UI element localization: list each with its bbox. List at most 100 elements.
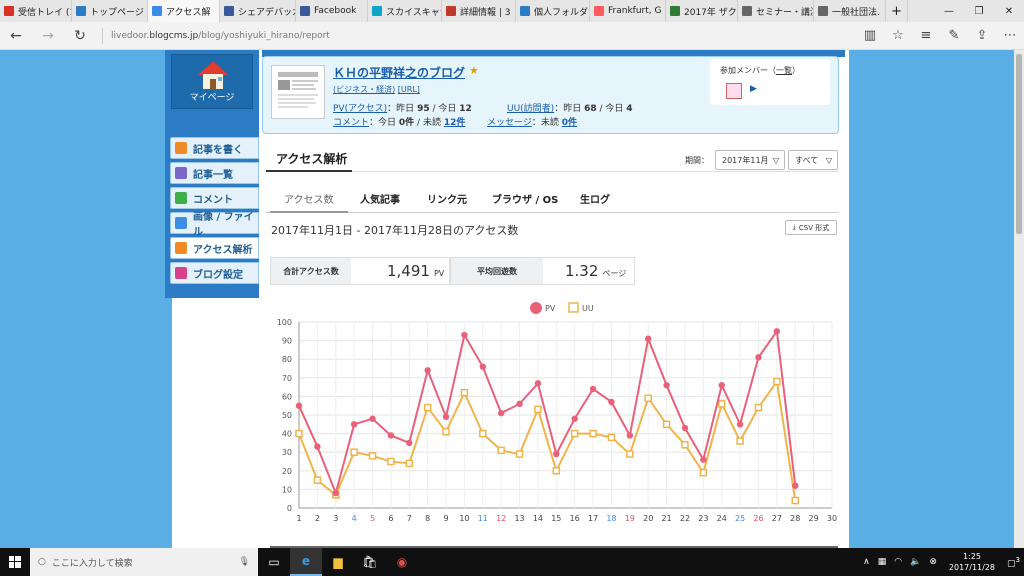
sidebar-item-label: 記事一覧 <box>193 169 233 181</box>
browser-tab[interactable]: スカイスキャナ <box>368 0 442 22</box>
chevron-up-icon[interactable]: ∧ <box>863 557 870 567</box>
report-tab-2[interactable]: 人気記事 <box>360 191 400 206</box>
web-note-icon[interactable]: ✎ <box>940 28 968 43</box>
browser-tab[interactable]: 一般社団法. <box>814 0 886 22</box>
category-link[interactable]: (ビジネス・経済) <box>333 85 395 94</box>
report-tab-5[interactable]: 生ログ <box>580 191 610 206</box>
sidebar-item-4[interactable]: 画像 / ファイル <box>170 212 259 238</box>
browser-tab[interactable]: 2017年 ザク <box>666 0 738 22</box>
blog-thumbnail[interactable] <box>271 65 325 119</box>
uu-point <box>607 433 616 442</box>
csv-export-button[interactable]: ⤓ CSV 形式 <box>785 220 837 235</box>
store-icon[interactable]: 🛍 <box>354 548 386 576</box>
sidebar-item-2[interactable]: 記事一覧 <box>170 162 259 184</box>
x-tick-label: 13 <box>514 514 524 523</box>
url-path: /blog/yoshiyuki_hirano/report <box>198 30 330 41</box>
back-arrow-icon[interactable]: ← <box>0 22 32 50</box>
scope-select[interactable]: すべて ▽ <box>788 150 838 170</box>
mypage-button[interactable]: マイページ <box>171 54 253 109</box>
taskbar-search[interactable]: ○ ここに入力して検索 🎙 <box>30 548 258 576</box>
share-icon[interactable]: ⇪ <box>968 28 996 43</box>
report-tab-1[interactable]: アクセス数 <box>284 191 334 206</box>
refresh-icon[interactable]: ↻ <box>64 22 96 50</box>
tab-favicon-icon <box>670 6 680 16</box>
message-unread-link[interactable]: 0件 <box>562 118 577 128</box>
pv-point <box>681 424 689 432</box>
close-icon[interactable]: ✕ <box>994 0 1024 22</box>
url-link[interactable]: [URL] <box>398 85 420 94</box>
more-icon[interactable]: ⋯ <box>996 28 1024 43</box>
reading-view-icon[interactable]: ▥ <box>856 28 884 43</box>
comment-link[interactable]: コメント <box>333 118 369 128</box>
browser-tab[interactable]: アクセス解 <box>148 0 220 22</box>
edge-browser-icon[interactable]: e <box>290 548 322 576</box>
members-list-link[interactable]: 一覧 <box>776 66 792 75</box>
favorite-star-icon[interactable]: ☆ <box>884 28 912 43</box>
task-view-icon[interactable]: ▭ <box>258 548 290 576</box>
pencil-icon <box>175 142 187 154</box>
sidebar-item-1[interactable]: 記事を書く <box>170 137 259 159</box>
browser-tab[interactable]: Facebook <box>296 0 368 22</box>
browser-tab[interactable]: セミナー・講演 <box>738 0 814 22</box>
network-icon[interactable]: ▦ <box>878 557 887 567</box>
tab-label: 2017年 ザク <box>684 7 737 18</box>
member-avatar[interactable] <box>726 83 742 99</box>
ime-icon[interactable]: ⊗ <box>929 557 937 567</box>
title-underline <box>266 170 352 172</box>
y-tick-label: 10 <box>282 485 292 494</box>
report-tab-3[interactable]: リンク元 <box>427 191 467 206</box>
minimize-icon[interactable]: — <box>934 0 964 22</box>
member-arrow-icon[interactable]: ▶ <box>750 84 757 94</box>
browser-tab[interactable]: シェアデバッガ <box>220 0 296 22</box>
uu-point <box>589 429 597 438</box>
message-text: ：未読 <box>531 118 559 128</box>
members-box: 参加メンバー（一覧） ▶ <box>710 59 830 105</box>
series-line-uu <box>298 378 797 501</box>
uu-point <box>442 427 450 436</box>
sidebar-item-6[interactable]: ブログ設定 <box>170 262 259 284</box>
restore-icon[interactable]: ❐ <box>964 0 994 22</box>
hub-icon[interactable]: ≡ <box>912 28 940 43</box>
pv-point <box>461 331 468 339</box>
file-explorer-icon[interactable]: ▆ <box>322 548 354 576</box>
volume-icon[interactable]: 🔈 <box>910 557 921 567</box>
message-link[interactable]: メッセージ <box>487 118 532 128</box>
comment-today: 0件 <box>398 118 415 128</box>
scrollbar-thumb[interactable] <box>1016 54 1022 234</box>
browser-tab[interactable]: トップページ - <box>72 0 148 22</box>
y-tick-label: 20 <box>282 467 292 476</box>
windows-start-icon[interactable] <box>0 548 30 576</box>
clock[interactable]: 1:25 2017/11/28 <box>949 551 995 573</box>
x-tick-label: 27 <box>772 514 782 523</box>
tab-label: 受信トレイ (1 <box>18 7 72 18</box>
browser-tab[interactable]: 個人フォルダ <box>516 0 590 22</box>
tab-favicon-icon <box>76 6 86 16</box>
notification-icon[interactable]: ▢3 <box>1007 556 1020 569</box>
browser-tab[interactable]: 詳細情報 | 3 <box>442 0 516 22</box>
blog-title-link[interactable]: ＫＨの平野祥之のブログ <box>333 64 465 81</box>
uu-today-text: / 今日 <box>599 104 624 114</box>
report-tab-4[interactable]: ブラウザ / OS <box>492 191 558 206</box>
app-icon[interactable]: ◉ <box>386 548 418 576</box>
uu-point <box>534 405 542 414</box>
wifi-icon[interactable]: ◠ <box>894 557 902 567</box>
comment-unread-link[interactable]: 12件 <box>444 118 466 128</box>
browser-tab[interactable]: 受信トレイ (1 <box>0 0 72 22</box>
uu-link[interactable]: UU(訪問者) <box>507 104 554 114</box>
new-tab-button[interactable]: + <box>886 0 908 22</box>
uu-point <box>497 446 505 455</box>
microphone-icon[interactable]: 🎙 <box>239 557 250 567</box>
sidebar-item-3[interactable]: コメント <box>170 187 259 209</box>
pv-point <box>553 450 560 458</box>
x-tick-label: 4 <box>352 514 357 523</box>
tab-label: セミナー・講演 <box>756 7 814 18</box>
sidebar-item-5[interactable]: アクセス解析 <box>170 237 259 259</box>
url-field[interactable]: livedoor. blogcms.jp/blog/yoshiyuki_hiran… <box>102 27 856 44</box>
forward-arrow-icon[interactable]: → <box>32 22 64 50</box>
comment-stat: コメント：今日 0件 / 未読 12件 <box>333 115 465 128</box>
x-tick-label: 5 <box>370 514 375 523</box>
pv-link[interactable]: PV(アクセス) <box>333 104 387 114</box>
browser-tab[interactable]: Frankfurt, G <box>590 0 666 22</box>
uu-point <box>662 420 671 429</box>
period-select[interactable]: 2017年11月 ▽ <box>715 150 785 170</box>
